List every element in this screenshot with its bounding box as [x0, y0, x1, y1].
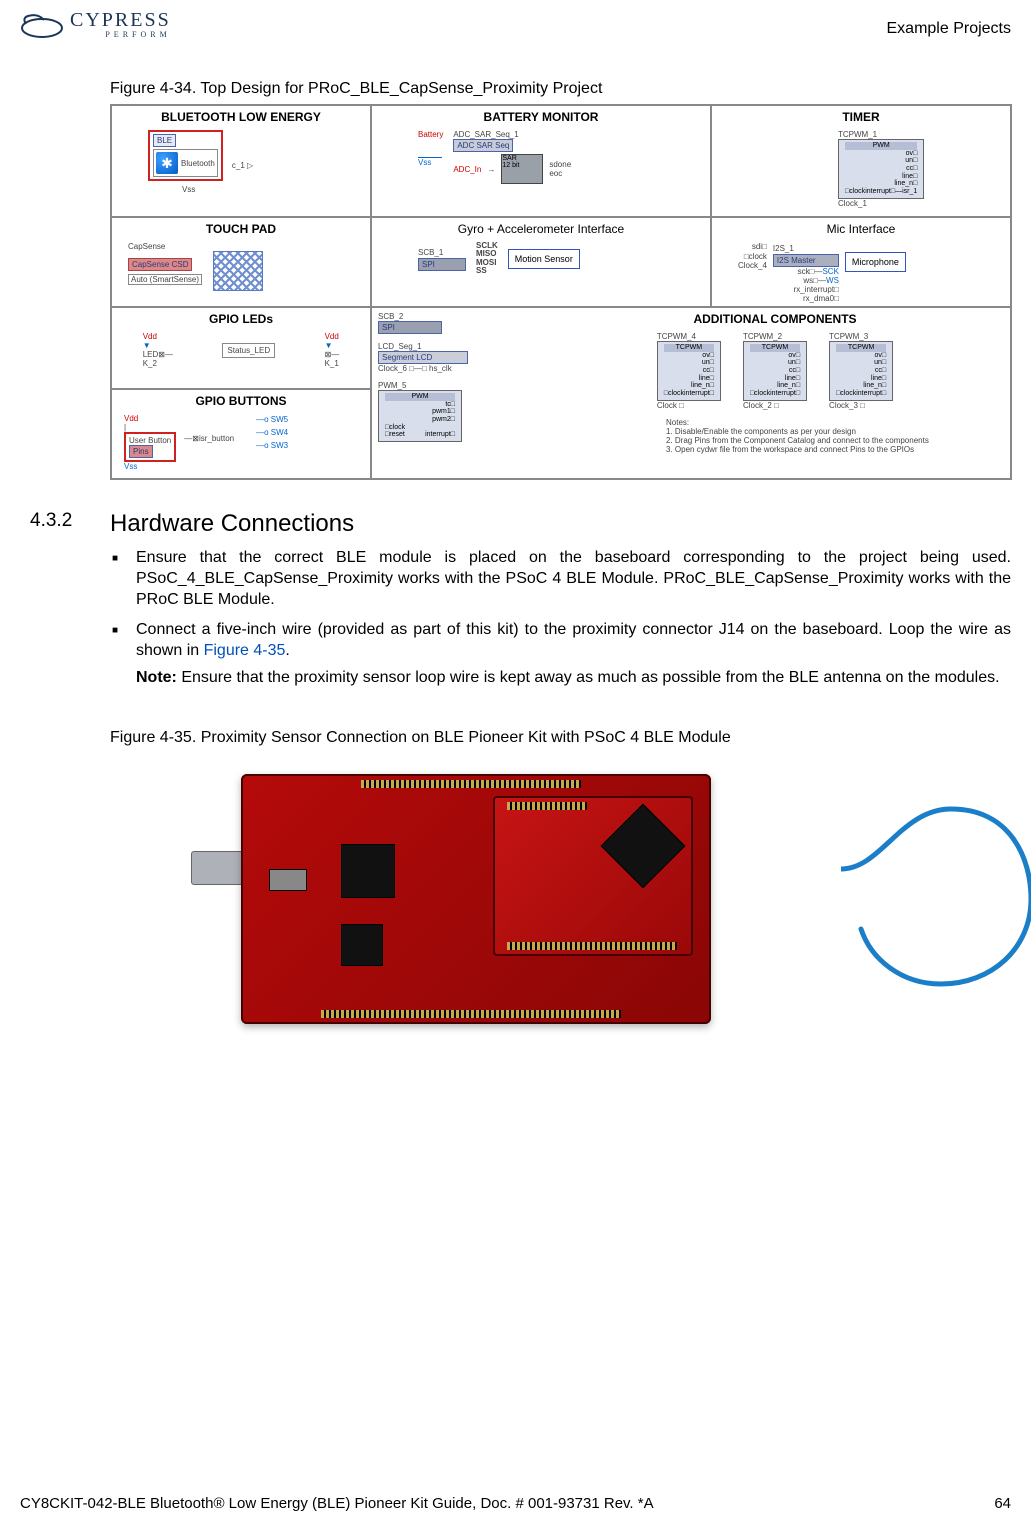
spi-block-2: SPI — [378, 321, 442, 334]
proximity-wire-icon — [841, 799, 1031, 989]
eoc: eoc — [549, 169, 562, 178]
clock1-label: Clock_1 — [838, 199, 1004, 208]
adc-seq-label: ADC_SAR_Seq_1 — [453, 130, 571, 139]
notes-title: Notes: — [666, 418, 1004, 427]
vss-label-2: Vss — [418, 157, 442, 167]
section-number: 4.3.2 — [30, 510, 80, 538]
spi-block: SPI — [418, 258, 466, 271]
lcd-seg: LCD_Seg_1 — [378, 342, 528, 351]
figure-34-caption: Figure 4-34. Top Design for PRoC_BLE_Cap… — [110, 80, 1011, 98]
tcpwm4-block: TCPWM ov□ un□ cc□ line□ line_n□ □clock i… — [657, 341, 721, 401]
user-button-box: User Button Pins — [124, 432, 176, 462]
figure-35-photo — [110, 759, 1011, 1039]
cell-title-timer: TIMER — [718, 110, 1004, 124]
cell-title-touchpad: TOUCH PAD — [118, 222, 364, 236]
figure-34-schematic: BLUETOOTH LOW ENERGY BLE ✱ Bluetooth c_1… — [110, 104, 1012, 480]
usb-cable-icon — [191, 851, 245, 885]
microphone-box: Microphone — [845, 252, 906, 272]
sar-block: SAR 12 bit — [501, 154, 543, 184]
bullet-list: Ensure that the correct BLE module is pl… — [110, 548, 1011, 689]
touchpad-hatched-icon — [213, 251, 263, 291]
capsense-mode: Auto (SmartSense) — [128, 274, 202, 285]
footer-page-number: 64 — [994, 1495, 1011, 1512]
note-2: 2. Drag Pins from the Component Catalog … — [666, 436, 1004, 445]
cell-title-leds: GPIO LEDs — [118, 312, 364, 326]
capsense-label: CapSense — [128, 242, 364, 251]
figure-435-link[interactable]: Figure 4-35 — [204, 642, 286, 659]
note-1: 1. Disable/Enable the components as per … — [666, 427, 1004, 436]
motion-sensor-box: Motion Sensor — [508, 249, 580, 269]
cell-title-additional: ADDITIONAL COMPONENTS — [546, 312, 1004, 326]
tcpwm2-block: TCPWM ov□ un□ cc□ line□ line_n□ □clock i… — [743, 341, 807, 401]
ble-box-label: BLE — [153, 134, 176, 147]
bluetooth-icon: ✱ — [156, 152, 178, 174]
i2s-master: I2S Master — [773, 254, 839, 267]
figure-35-caption: Figure 4-35. Proximity Sensor Connection… — [110, 729, 1011, 747]
page-header: CYPRESS PERFORM Example Projects — [20, 10, 1011, 40]
cypress-logo: CYPRESS PERFORM — [20, 10, 171, 40]
status-led: Status_LED — [222, 343, 275, 358]
note-text: Ensure that the proximity sensor loop wi… — [181, 669, 999, 686]
pioneer-baseboard-icon — [241, 774, 711, 1024]
cell-title-ble: BLUETOOTH LOW ENERGY — [118, 110, 364, 124]
vss-label: Vss — [182, 185, 364, 194]
section-title: Hardware Connections — [110, 510, 354, 538]
adc-in: ADC_In — [453, 165, 481, 174]
i2s-label: I2S_1 — [773, 244, 794, 253]
logo-word: CYPRESS — [70, 11, 171, 29]
bluetooth-word: Bluetooth — [181, 159, 215, 168]
ble-module-icon — [493, 796, 693, 956]
pwm-block-1: PWM ov□ un□ cc□ line□ line_n□ □clock int… — [838, 139, 924, 199]
logo-tagline: PERFORM — [105, 31, 170, 38]
battery-label: Battery — [418, 130, 443, 139]
header-section-label: Example Projects — [887, 20, 1012, 38]
ble-redbox: BLE ✱ Bluetooth — [148, 130, 223, 181]
pwm5-block: PWM tc□ pwm1□ pwm2□ □clock □reset interr… — [378, 390, 462, 442]
bullet-2: Connect a five-inch wire (provided as pa… — [136, 620, 1011, 688]
pwm5: PWM_5 — [378, 381, 528, 390]
scb2: SCB_2 — [378, 312, 528, 321]
segment-lcd: Segment LCD — [378, 351, 468, 364]
scb1: SCB_1 — [418, 248, 443, 257]
footer-doc-id: CY8CKIT-042-BLE Bluetooth® Low Energy (B… — [20, 1495, 654, 1512]
note-3: 3. Open cydwr file from the workspace an… — [666, 445, 1004, 454]
cell-title-battery: BATTERY MONITOR — [378, 110, 704, 124]
capsense-csd: CapSense CSD — [128, 258, 192, 271]
adc-sar-seq-label: ADC SAR Seq — [453, 139, 513, 152]
tcpwm1-label: TCPWM_1 — [838, 130, 1004, 139]
cell-title-mic: Mic Interface — [718, 222, 1004, 236]
logo-icon — [20, 10, 64, 40]
bullet-1: Ensure that the correct BLE module is pl… — [136, 548, 1011, 610]
cell-title-buttons: GPIO BUTTONS — [118, 394, 364, 408]
page-footer: CY8CKIT-042-BLE Bluetooth® Low Energy (B… — [20, 1495, 1011, 1512]
note-label: Note: — [136, 669, 181, 686]
cell-title-gyro: Gyro + Accelerometer Interface — [378, 222, 704, 236]
sdone: sdone — [549, 160, 571, 169]
tcpwm3-block: TCPWM ov□ un□ cc□ line□ line_n□ □clock i… — [829, 341, 893, 401]
